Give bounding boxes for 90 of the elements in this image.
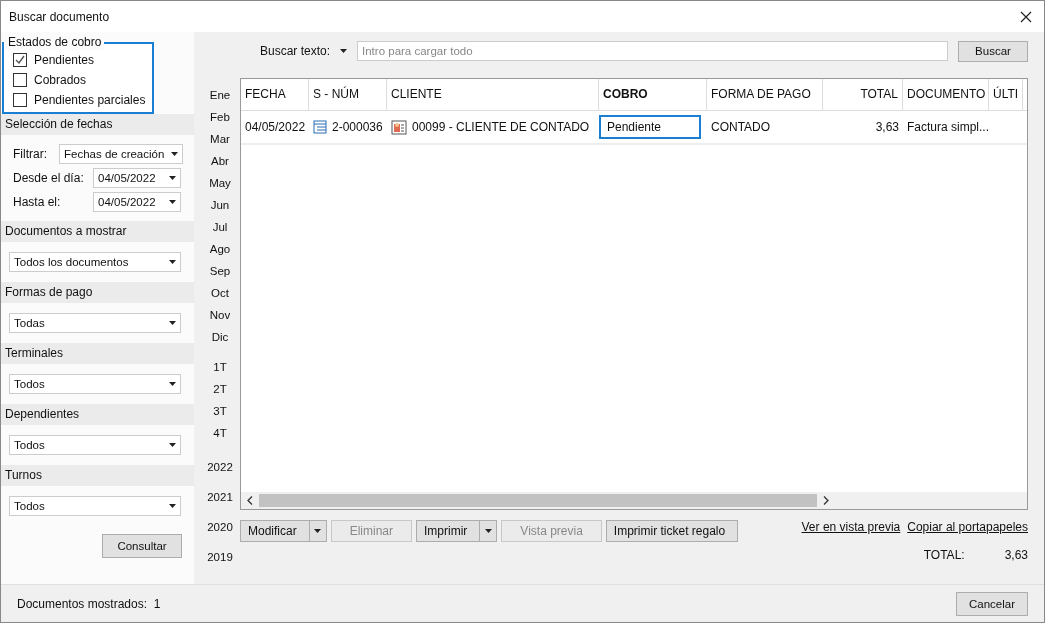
table-cell: CONTADO bbox=[711, 120, 771, 134]
month-link[interactable]: Abr bbox=[209, 150, 231, 172]
column-header[interactable]: ÚLTI bbox=[989, 79, 1023, 110]
section-header: Formas de pago bbox=[1, 282, 194, 303]
total-label: TOTAL: bbox=[923, 548, 965, 562]
caret-icon[interactable] bbox=[340, 49, 348, 53]
filter-dropdown[interactable]: Todos los documentos bbox=[9, 252, 181, 272]
table-cell: Pendiente bbox=[599, 115, 701, 139]
search-label: Buscar texto: bbox=[260, 44, 331, 58]
filter-dropdown[interactable]: Todos bbox=[9, 496, 181, 516]
total-value: 3,63 bbox=[1004, 548, 1028, 562]
list-icon bbox=[313, 120, 327, 134]
table-cell: 00099 - CLIENTE DE CONTADO bbox=[391, 119, 590, 135]
column-header[interactable]: FORMA DE PAGO bbox=[707, 79, 823, 110]
close-icon[interactable] bbox=[1020, 10, 1032, 23]
date-picker[interactable]: 04/05/2022 bbox=[93, 191, 181, 212]
caret-icon[interactable] bbox=[314, 529, 322, 533]
column-header[interactable]: COBRO bbox=[599, 79, 707, 110]
checkbox-label: Pendientes parciales bbox=[34, 93, 146, 107]
scroll-left-icon[interactable] bbox=[247, 496, 253, 505]
column-header[interactable]: CLIENTE bbox=[387, 79, 599, 110]
caret-icon bbox=[169, 443, 176, 447]
year-link[interactable]: 2022 bbox=[207, 452, 233, 482]
section-header: Selección de fechas bbox=[1, 114, 194, 135]
section-header: Dependientes bbox=[1, 404, 194, 425]
field-label: Desde el día: bbox=[13, 170, 85, 185]
status-text: Documentos mostrados: 1 bbox=[17, 596, 161, 611]
month-link[interactable]: Feb bbox=[209, 106, 231, 128]
year-link[interactable]: 2019 bbox=[207, 542, 233, 572]
column-header[interactable]: FECHA bbox=[241, 79, 309, 110]
month-link[interactable]: Ene bbox=[209, 84, 231, 106]
scroll-right-icon[interactable] bbox=[823, 496, 829, 505]
caret-icon[interactable] bbox=[484, 529, 492, 533]
caret-icon bbox=[169, 175, 176, 180]
quarter-link[interactable]: 2T bbox=[213, 378, 227, 400]
column-header[interactable]: S - NÚM bbox=[309, 79, 387, 110]
field-label: Filtrar: bbox=[13, 146, 48, 161]
month-link[interactable]: Jun bbox=[209, 194, 231, 216]
link[interactable]: Copiar al portapapeles bbox=[907, 520, 1028, 534]
year-link[interactable]: 2020 bbox=[207, 512, 233, 542]
consult-button[interactable]: Consultar bbox=[102, 534, 182, 558]
section-header: Estados de cobro bbox=[4, 36, 105, 50]
caret-icon bbox=[169, 260, 176, 264]
search-button[interactable]: Buscar bbox=[958, 40, 1028, 62]
quarter-link[interactable]: 1T bbox=[213, 356, 227, 378]
table-cell: 04/05/2022 bbox=[245, 120, 306, 134]
cancel-button[interactable]: Cancelar bbox=[956, 591, 1028, 616]
action-button[interactable]: Modificar bbox=[240, 520, 327, 542]
month-link[interactable]: Sep bbox=[209, 260, 231, 282]
action-button[interactable]: Imprimir bbox=[416, 520, 498, 542]
search-field[interactable]: Intro para cargar todo bbox=[357, 41, 948, 61]
checkbox[interactable] bbox=[13, 53, 27, 67]
checkbox-label: Cobrados bbox=[34, 73, 87, 87]
caret-icon bbox=[169, 504, 176, 508]
column-header[interactable]: TOTAL bbox=[823, 79, 903, 110]
month-link[interactable]: Oct bbox=[209, 282, 231, 304]
horizontal-scrollbar[interactable] bbox=[241, 492, 1027, 509]
month-link[interactable]: Dic bbox=[209, 326, 231, 348]
caret-icon bbox=[169, 321, 176, 325]
action-button[interactable]: Imprimir ticket regalo bbox=[605, 520, 739, 542]
caret-icon bbox=[169, 199, 176, 204]
month-link[interactable]: Nov bbox=[209, 304, 231, 326]
filter-dropdown[interactable]: Todos bbox=[9, 435, 181, 455]
link[interactable]: Ver en vista previa bbox=[801, 520, 901, 534]
section-header: Documentos a mostrar bbox=[1, 221, 194, 242]
filter-dropdown[interactable]: Todas bbox=[9, 313, 181, 333]
month-link[interactable]: Ago bbox=[209, 238, 231, 260]
month-link[interactable]: Jul bbox=[209, 216, 231, 238]
table-cell: Factura simpl... bbox=[907, 120, 990, 134]
section-header: Turnos bbox=[1, 465, 194, 486]
month-link[interactable]: Mar bbox=[209, 128, 231, 150]
checkbox[interactable] bbox=[13, 93, 27, 107]
quarter-link[interactable]: 3T bbox=[213, 400, 227, 422]
table-cell: 3,63 bbox=[875, 120, 899, 134]
field-label: Hasta el: bbox=[13, 194, 62, 209]
contact-card-icon bbox=[391, 119, 407, 135]
column-header[interactable]: DOCUMENTO bbox=[903, 79, 989, 110]
window-title: Buscar documento bbox=[9, 9, 110, 24]
caret-icon bbox=[171, 151, 178, 156]
checkbox-label: Pendientes bbox=[34, 53, 95, 67]
quarter-link[interactable]: 4T bbox=[213, 422, 227, 444]
filter-dropdown[interactable]: Todos bbox=[9, 374, 181, 394]
filter-dropdown[interactable]: Fechas de creación bbox=[59, 143, 183, 164]
month-link[interactable]: May bbox=[209, 172, 231, 194]
year-link[interactable]: 2021 bbox=[207, 482, 233, 512]
date-picker[interactable]: 04/05/2022 bbox=[93, 167, 181, 188]
section-header: Terminales bbox=[1, 343, 194, 364]
checkbox[interactable] bbox=[13, 73, 27, 87]
table-cell: 2-000036 bbox=[313, 120, 383, 134]
caret-icon bbox=[169, 382, 176, 386]
